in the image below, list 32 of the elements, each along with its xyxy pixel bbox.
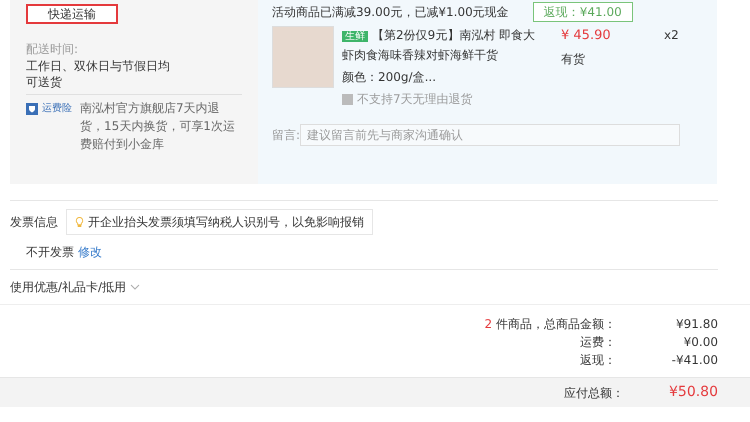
invoice-tip-text: 开企业抬头发票须填写纳税人识别号，以免影响报销	[88, 214, 364, 231]
shipping-method-button[interactable]: 快递运输	[26, 4, 118, 24]
total-value: ¥50.80	[668, 383, 718, 402]
summary-value: ¥0.00	[682, 334, 718, 351]
item-price: ¥ 45.90	[561, 27, 612, 45]
delivery-text: 工作日、双休日与节假日均可送货	[26, 58, 171, 90]
product-title: 生鲜 【第2份仅9元】南泓村 即食大虾肉食海味香辣对虾海鲜干货	[342, 27, 536, 64]
message-label: 留言:	[272, 127, 300, 144]
promo-text: 活动商品已满减39.00元，已减¥1.00元现金	[272, 4, 509, 21]
summary-label: 运费：	[580, 334, 616, 351]
invoice-label: 发票信息	[10, 214, 58, 231]
summary-value: -¥41.00	[670, 352, 718, 369]
invoice-value: 不开发票	[26, 244, 74, 261]
insurance-text: 南泓村官方旗舰店7天内退货，15天内换货，可享1次运费赔付到小金库	[80, 100, 236, 153]
no-return-icon	[342, 94, 353, 104]
edit-invoice-link[interactable]: 修改	[78, 243, 102, 261]
shield-icon	[26, 103, 38, 115]
subtotal-value: ¥91.80	[675, 316, 718, 333]
total-label: 应付总额：	[564, 384, 624, 402]
subtotal-label: 2 件商品，总商品金额：	[484, 316, 616, 333]
summary-label: 返现：	[580, 352, 616, 369]
stock-status: 有货	[561, 50, 586, 68]
lightbulb-icon	[75, 216, 84, 228]
delivery-label: 配送时间:	[26, 41, 80, 58]
coupons-toggle[interactable]: 使用优惠/礼品卡/抵用	[10, 278, 750, 296]
insurance-label: 运费险	[42, 103, 72, 115]
item-quantity: x2	[664, 27, 679, 44]
product-spec: 颜色：200g/盒...	[342, 69, 438, 86]
rebate-tag: 返现：¥41.00	[532, 2, 633, 22]
message-field[interactable]: 建议留言前先与商家沟通确认	[300, 124, 680, 146]
return-policy-text: 不支持7天无理由退货	[357, 91, 473, 108]
product-photo-placeholder	[272, 26, 334, 88]
